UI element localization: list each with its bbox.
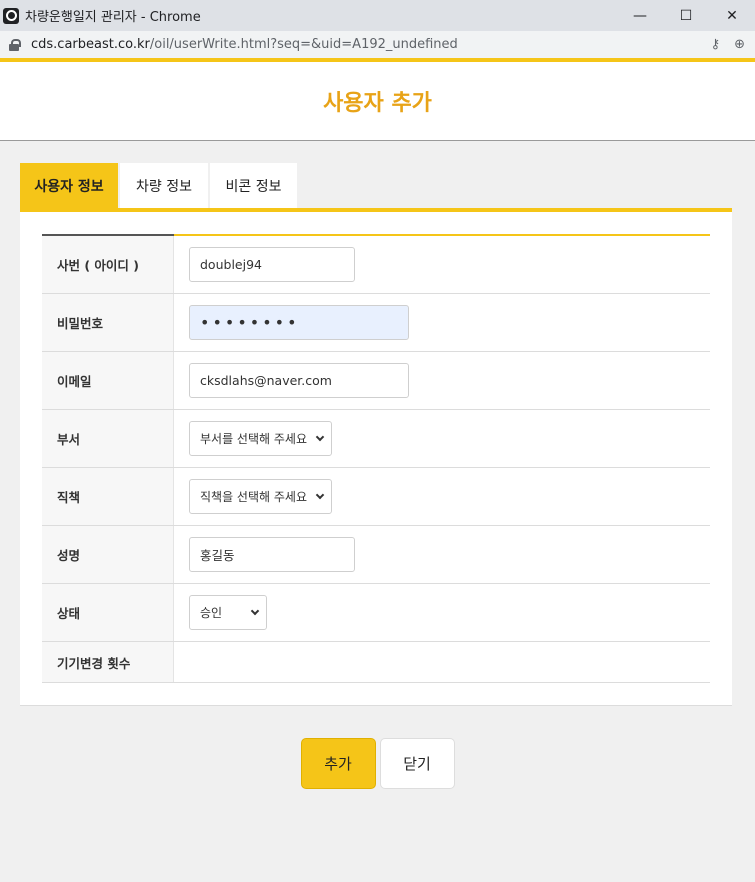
name-label: 성명 [42, 526, 174, 583]
lock-icon[interactable] [9, 38, 21, 51]
position-label: 직책 [42, 468, 174, 525]
department-label: 부서 [42, 410, 174, 467]
tab-vehicle-info[interactable]: 차량 정보 [120, 163, 208, 208]
email-label: 이메일 [42, 352, 174, 409]
minimize-button[interactable]: — [617, 0, 663, 31]
form-row-employee-id: 사번 ( 아이디 ) doublej94 [42, 236, 710, 294]
department-select[interactable]: 부서를 선택해 주세요 [189, 421, 332, 456]
form-row-status: 상태 승인 [42, 584, 710, 642]
url-path: /oil/userWrite.html?seq=&uid=A192_undefi… [149, 37, 458, 52]
window-title: 차량운행일지 관리자 - Chrome [25, 10, 201, 25]
window-controls: — ☐ ✕ [617, 0, 755, 31]
form-row-email: 이메일 cksdlahs@naver.com [42, 352, 710, 410]
maximize-button[interactable]: ☐ [663, 0, 709, 31]
page-title: 사용자 추가 [323, 91, 432, 116]
tab-beacon-info[interactable]: 비콘 정보 [210, 163, 297, 208]
device-change-count-label: 기기변경 횟수 [42, 642, 174, 682]
status-select-value: 승인 [200, 606, 223, 620]
key-icon[interactable]: ⚷ [711, 37, 721, 52]
zoom-icon[interactable]: ⊕ [734, 37, 745, 52]
employee-id-label: 사번 ( 아이디 ) [42, 236, 174, 293]
chevron-down-icon [315, 490, 325, 500]
tab-user-info[interactable]: 사용자 정보 [20, 163, 118, 208]
password-input[interactable]: •••••••• [189, 305, 409, 340]
address-bar[interactable]: cds.carbeast.co.kr/oil/userWrite.html?se… [0, 31, 755, 58]
status-select[interactable]: 승인 [189, 595, 267, 630]
url-domain: cds.carbeast.co.kr [31, 37, 150, 52]
chrome-app-icon [3, 7, 19, 24]
position-select[interactable]: 직책을 선택해 주세요 [189, 479, 332, 514]
page-header: 사용자 추가 [0, 58, 755, 141]
form-row-password: 비밀번호 •••••••• [42, 294, 710, 352]
close-button[interactable]: 닫기 [379, 738, 455, 789]
employee-id-input[interactable]: doublej94 [189, 247, 355, 282]
position-select-value: 직책을 선택해 주세요 [200, 490, 307, 504]
form-panel: 사번 ( 아이디 ) doublej94 비밀번호 •••••••• 이메일 c… [20, 212, 732, 706]
window-titlebar: 차량운행일지 관리자 - Chrome — ☐ ✕ [0, 0, 755, 31]
form-actions: 추가 닫기 [0, 738, 755, 789]
chevron-down-icon [250, 606, 260, 616]
form-row-device-change-count: 기기변경 횟수 [42, 642, 710, 683]
table-top-accent [174, 234, 710, 236]
form-row-position: 직책 직책을 선택해 주세요 [42, 468, 710, 526]
address-bar-icons: ⚷ ⊕ [711, 31, 745, 58]
form-row-department: 부서 부서를 선택해 주세요 [42, 410, 710, 468]
department-select-value: 부서를 선택해 주세요 [200, 432, 307, 446]
email-input[interactable]: cksdlahs@naver.com [189, 363, 409, 398]
user-form-table: 사번 ( 아이디 ) doublej94 비밀번호 •••••••• 이메일 c… [42, 234, 710, 683]
password-label: 비밀번호 [42, 294, 174, 351]
close-window-button[interactable]: ✕ [709, 0, 755, 31]
name-input[interactable]: 홍길동 [189, 537, 355, 572]
form-row-name: 성명 홍길동 [42, 526, 710, 584]
url-text[interactable]: cds.carbeast.co.kr/oil/userWrite.html?se… [31, 37, 458, 52]
chevron-down-icon [315, 432, 325, 442]
add-button[interactable]: 추가 [300, 738, 376, 789]
status-label: 상태 [42, 584, 174, 641]
tab-bar: 사용자 정보 차량 정보 비콘 정보 [20, 163, 299, 208]
